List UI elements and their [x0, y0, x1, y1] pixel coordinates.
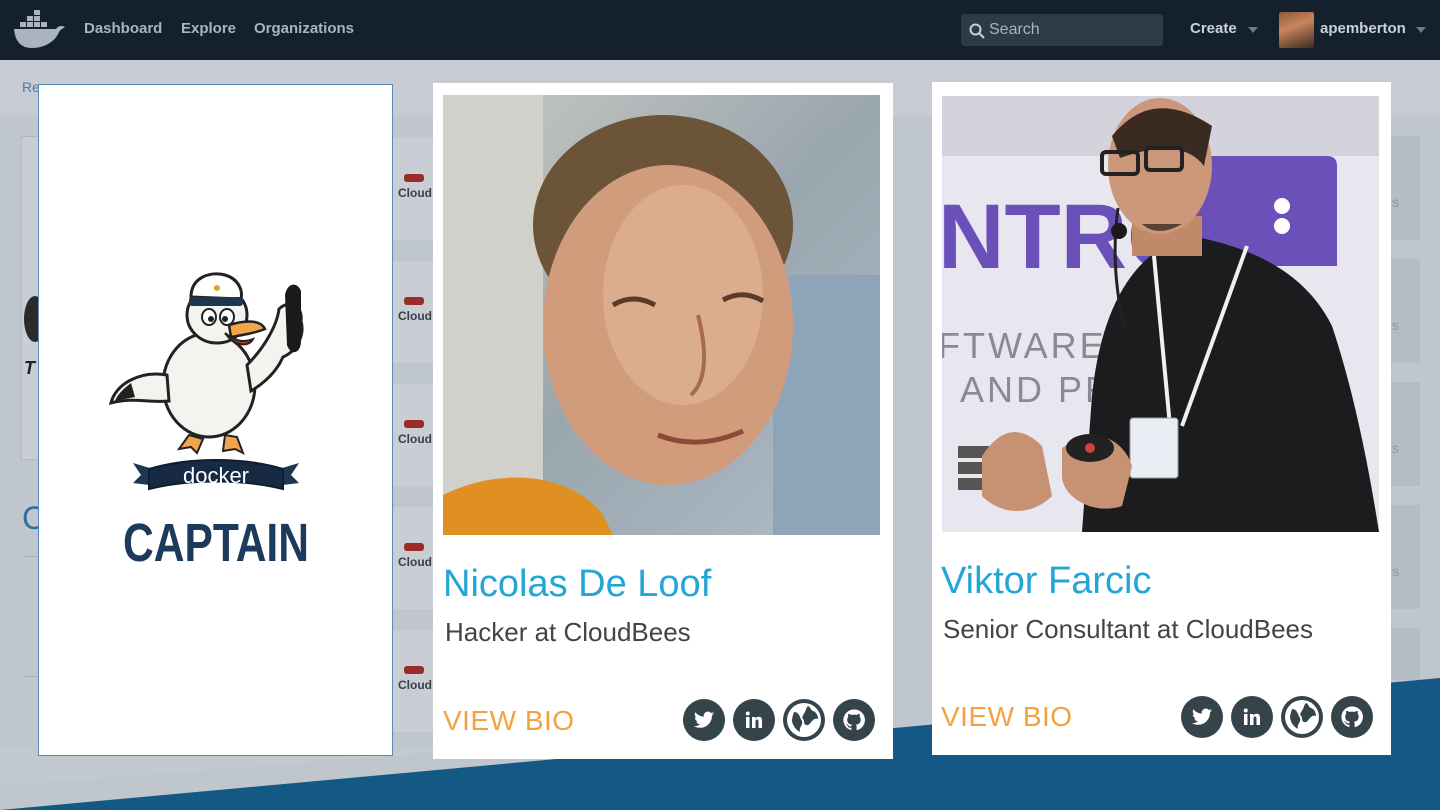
username-menu[interactable]: apemberton: [1320, 20, 1406, 37]
globe-icon[interactable]: [783, 699, 825, 741]
profile-photo: NTRO FTWARE AND PR: [942, 96, 1379, 532]
cloudbees-logo-icon: [404, 666, 424, 674]
github-icon[interactable]: [1331, 696, 1373, 738]
linkedin-icon[interactable]: [1231, 696, 1273, 738]
search-placeholder: Search: [989, 21, 1040, 38]
background-side-item: s: [1390, 382, 1420, 486]
social-links: [683, 699, 875, 741]
side-label: s: [1392, 440, 1399, 456]
avatar[interactable]: [1279, 12, 1314, 48]
side-label: s: [1392, 317, 1399, 333]
captain-badge-top-text: docker: [183, 463, 249, 488]
background-partner-row: Cloud: [392, 384, 434, 486]
side-label: s: [1392, 563, 1399, 579]
globe-icon[interactable]: [1281, 696, 1323, 738]
social-links: [1181, 696, 1373, 738]
docker-captain-logo: docker CAPTAIN: [108, 272, 309, 573]
nav-explore-link[interactable]: Explore: [181, 20, 236, 37]
side-label: s: [1392, 194, 1399, 210]
background-partner-row: Cloud: [392, 630, 434, 732]
linkedin-icon[interactable]: [733, 699, 775, 741]
twitter-icon[interactable]: [1181, 696, 1223, 738]
person-name[interactable]: Nicolas De Loof: [443, 563, 711, 606]
partner-label: Cloud: [398, 678, 432, 692]
cloudbees-logo-icon: [404, 543, 424, 551]
github-icon[interactable]: [833, 699, 875, 741]
docker-captain-card: docker CAPTAIN: [38, 84, 393, 756]
create-chevron-down-icon[interactable]: [1248, 27, 1258, 33]
twitter-icon[interactable]: [683, 699, 725, 741]
cloudbees-logo-icon: [404, 297, 424, 305]
partner-label: Cloud: [398, 555, 432, 569]
background-letter: T: [24, 358, 35, 378]
background-side-item: [1390, 628, 1420, 680]
view-bio-link[interactable]: VIEW BIO: [443, 705, 575, 737]
docker-logo-icon[interactable]: [12, 10, 66, 50]
view-bio-link[interactable]: VIEW BIO: [941, 701, 1073, 733]
partner-label: Cloud: [398, 309, 432, 323]
background-side-item: s: [1390, 259, 1420, 363]
nav-organizations-link[interactable]: Organizations: [254, 20, 354, 37]
cloudbees-logo-icon: [404, 174, 424, 182]
nav-dashboard-link[interactable]: Dashboard: [84, 20, 162, 37]
cloudbees-logo-icon: [404, 420, 424, 428]
person-role: Senior Consultant at CloudBees: [943, 614, 1314, 644]
profile-photo: [443, 95, 880, 535]
person-name[interactable]: Viktor Farcic: [941, 560, 1151, 603]
top-nav: Dashboard Explore Organizations Search C…: [0, 0, 1440, 60]
search-icon: [969, 23, 985, 39]
create-button[interactable]: Create: [1190, 20, 1237, 37]
user-chevron-down-icon[interactable]: [1416, 27, 1426, 33]
background-partner-row: Cloud: [392, 507, 434, 609]
person-role: Hacker at CloudBees: [445, 617, 691, 647]
backdrop-text: FTWARE: [942, 325, 1107, 366]
captain-card-nicolas: Nicolas De Loof Hacker at CloudBees VIEW…: [433, 83, 893, 759]
background-side-item: s: [1390, 505, 1420, 609]
backdrop-text: AND PR: [960, 369, 1114, 410]
background-partner-row: Cloud: [392, 138, 434, 240]
partner-label: Cloud: [398, 432, 432, 446]
background-partner-row: Cloud: [392, 261, 434, 363]
captain-badge-bottom-text: CAPTAIN: [123, 513, 309, 573]
background-side-item: s: [1390, 136, 1420, 240]
search-input[interactable]: Search: [961, 14, 1163, 46]
partner-label: Cloud: [398, 186, 432, 200]
captain-card-viktor: NTRO FTWARE AND PR Viktor Farcic Senior …: [932, 82, 1391, 755]
